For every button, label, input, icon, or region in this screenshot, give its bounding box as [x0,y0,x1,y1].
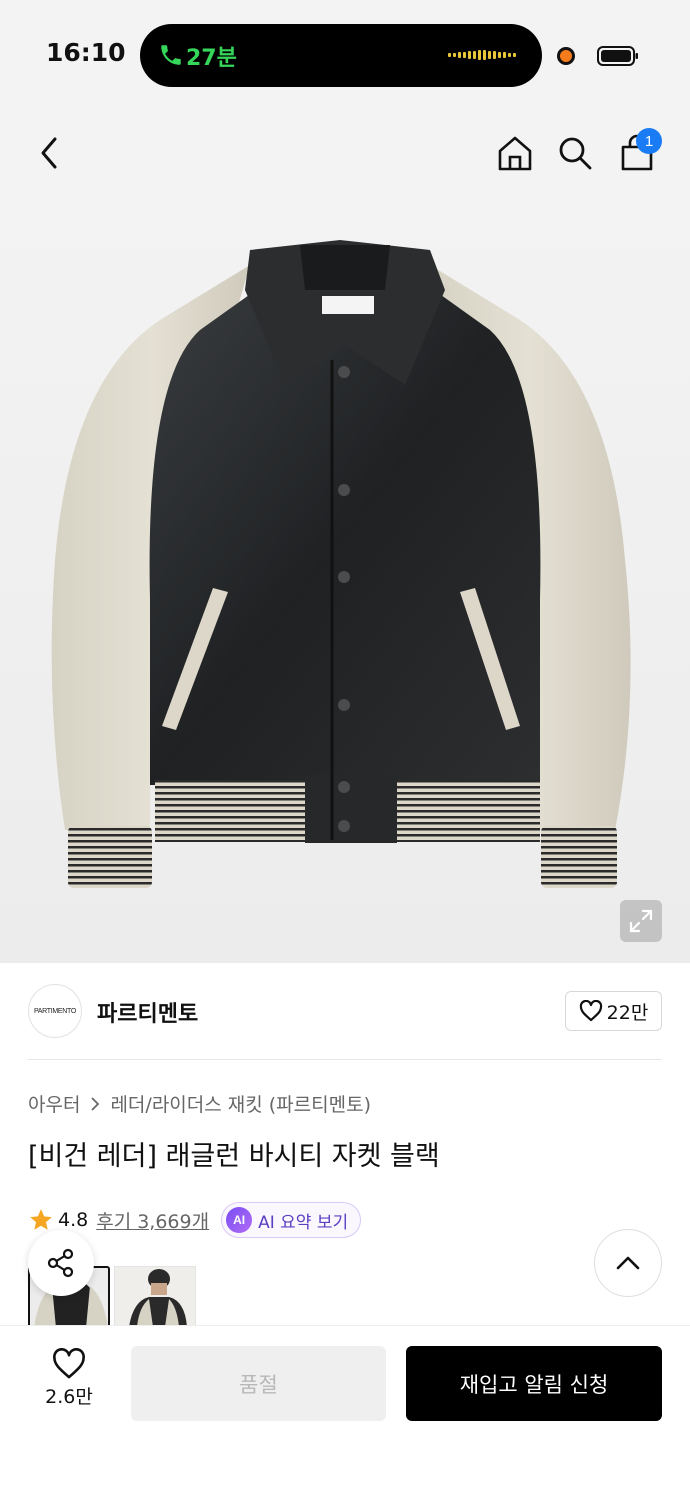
phone-icon [161,45,181,65]
thumbnail-2[interactable] [114,1266,196,1326]
star-icon [30,1209,52,1230]
cart-count-badge: 1 [636,128,662,154]
bottom-action-bar: 2.6만 품절 재입고 알림 신청 [0,1325,690,1500]
chevron-up-icon [616,1256,640,1270]
dynamic-island[interactable]: 27분 [140,24,542,87]
review-count-link[interactable]: 후기 3,669개 [96,1207,209,1234]
status-time: 16:10 [46,38,126,67]
divider [28,1059,662,1060]
restock-alert-button[interactable]: 재입고 알림 신청 [406,1346,662,1421]
recording-indicator-icon [557,47,575,65]
search-icon [559,137,592,170]
breadcrumb-sub-category[interactable]: 레더/라이더스 재킷 (파르티멘토) [110,1090,371,1117]
chevron-right-icon [91,1096,100,1111]
breadcrumb-main-category[interactable]: 아우터 [28,1090,80,1117]
ai-summary-button[interactable]: AI AI 요약 보기 [221,1202,362,1238]
search-button[interactable] [550,128,600,178]
share-icon [47,1248,74,1278]
home-icon [498,136,532,171]
heart-icon [579,1000,602,1022]
ai-icon: AI [226,1207,253,1233]
back-button[interactable] [24,128,74,178]
brand-logo[interactable]: PARTIMENTO [28,984,82,1038]
brand-like-button[interactable]: 22만 [565,991,662,1031]
battery-icon [597,46,638,66]
home-button[interactable] [490,128,540,178]
rating-row: 4.8 후기 3,669개 AI AI 요약 보기 [28,1202,362,1238]
rating-value: 4.8 [58,1209,89,1231]
share-button[interactable] [28,1230,94,1296]
scroll-to-top-button[interactable] [594,1229,662,1297]
expand-image-button[interactable] [620,900,662,942]
product-image[interactable] [0,198,690,963]
heart-icon [53,1348,85,1379]
wishlist-button[interactable]: 2.6만 [30,1348,108,1418]
expand-icon [629,909,653,933]
wishlist-count: 2.6만 [45,1386,93,1408]
brand-name[interactable]: 파르티멘토 [97,996,198,1028]
product-title: [비건 레더] 래글런 바시티 자켓 블랙 [28,1141,440,1172]
status-bar: 16:10 27분 [0,0,690,110]
ai-summary-label: AI 요약 보기 [258,1212,349,1233]
breadcrumb: 아우터 레더/라이더스 재킷 (파르티멘토) [28,1090,371,1117]
jacket-image [51,240,631,888]
thumbnail-model-image [115,1267,195,1326]
waveform-icon [448,50,516,60]
call-duration: 27분 [186,46,237,71]
soldout-button: 품절 [131,1346,386,1421]
top-nav [0,110,690,198]
chevron-left-icon [41,137,57,169]
brand-like-count: 22만 [606,1001,649,1024]
